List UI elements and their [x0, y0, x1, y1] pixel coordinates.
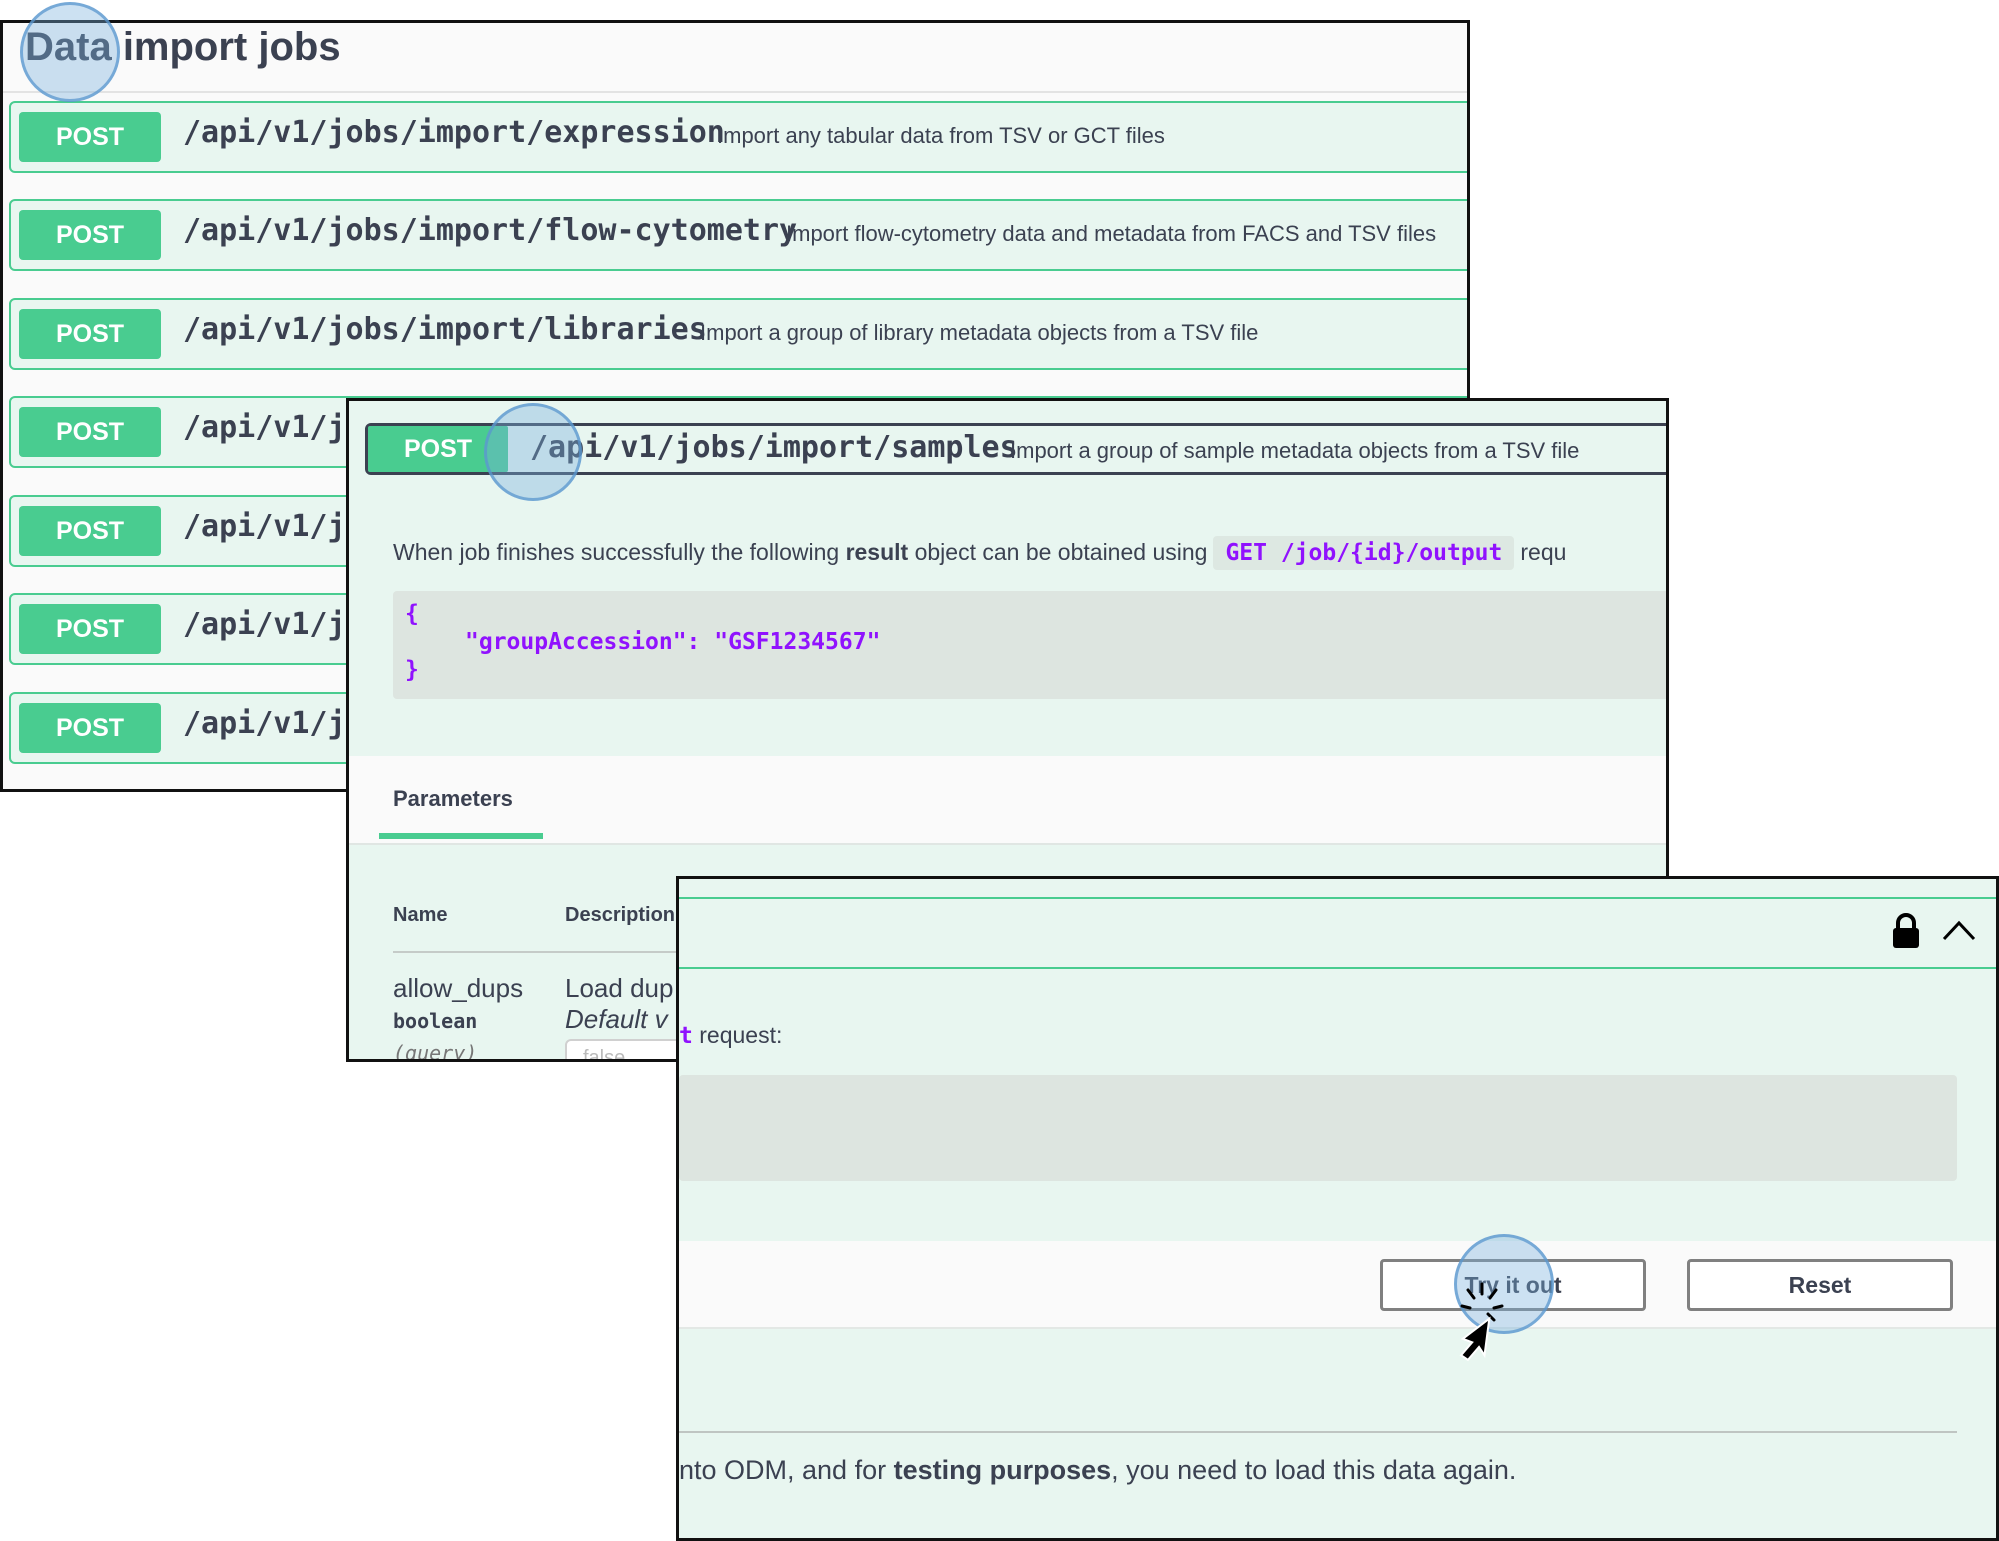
click-highlight: [484, 403, 582, 501]
method-badge: POST: [19, 112, 161, 162]
operation-path: /api/v1/jobs/import/expression: [183, 115, 725, 150]
param-name: allow_dups: [393, 973, 524, 1003]
chevron-up-icon[interactable]: [1941, 917, 1977, 943]
operation-path: /api/v1/jobs/import/libraries: [183, 312, 707, 347]
operation-path: /api/v1/jobs/import/samples: [530, 430, 1018, 465]
operation-description: Import flow-cytometry data and metadata …: [786, 221, 1437, 246]
try-it-out-panel: t request: Try it out Reset nto ODM, and…: [676, 876, 1999, 1541]
operation-row-expression[interactable]: POST /api/v1/jobs/import/expression Impo…: [9, 101, 1467, 173]
column-header-description: Description: [565, 904, 676, 926]
divider: [679, 967, 1996, 969]
operation-path: /api/v1/jo: [183, 410, 364, 445]
parameters-tab-bar: Parameters: [349, 756, 1666, 844]
cursor-icon: [1459, 1282, 1504, 1362]
actions-bar: Try it out Reset: [679, 1241, 1996, 1329]
operation-description: Import a group of library metadata objec…: [700, 320, 1259, 345]
divider: [679, 1431, 1957, 1433]
method-badge: POST: [19, 210, 161, 260]
click-highlight: [20, 2, 120, 102]
lock-icon[interactable]: [1891, 913, 1921, 949]
param-note: nto ODM, and for testing purposes, you n…: [679, 1455, 1517, 1485]
param-location: (query): [393, 1041, 478, 1062]
operation-path: /api/v1/jo: [183, 509, 364, 544]
request-code-block: [679, 1075, 1957, 1181]
result-description: When job finishes successfully the follo…: [393, 536, 1566, 570]
method-badge: POST: [19, 407, 161, 457]
operation-row-flow-cytometry[interactable]: POST /api/v1/jobs/import/flow-cytometry …: [9, 199, 1467, 271]
result-endpoint-code: GET /job/{id}/output: [1213, 536, 1515, 570]
operation-path: /api/v1/jo: [183, 607, 364, 642]
method-badge: POST: [19, 309, 161, 359]
method-badge: POST: [19, 703, 161, 753]
tab-parameters[interactable]: Parameters: [393, 786, 513, 812]
divider: [679, 897, 1996, 899]
operation-description: Import a group of sample metadata object…: [1010, 438, 1580, 463]
result-example-code: { "groupAccession": "GSF1234567" }: [393, 591, 1666, 699]
operation-path: /api/v1/jobs/import/flow-cytometry: [183, 213, 798, 248]
reset-button[interactable]: Reset: [1687, 1259, 1953, 1311]
param-type: boolean: [393, 1009, 478, 1033]
param-default: Default v: [565, 1004, 668, 1034]
active-tab-indicator: [379, 833, 543, 839]
operation-row-libraries[interactable]: POST /api/v1/jobs/import/libraries Impor…: [9, 298, 1467, 370]
divider: [679, 1327, 1996, 1329]
title-divider: [3, 91, 1467, 93]
request-description: t request:: [679, 1022, 783, 1049]
divider: [349, 843, 1666, 845]
method-badge: POST: [19, 604, 161, 654]
operation-description: Import any tabular data from TSV or GCT …: [717, 123, 1165, 148]
operation-path: /api/v1/jo: [183, 706, 364, 741]
column-header-name: Name: [393, 904, 448, 926]
param-description: Load dup: [565, 973, 674, 1003]
method-badge: POST: [19, 506, 161, 556]
